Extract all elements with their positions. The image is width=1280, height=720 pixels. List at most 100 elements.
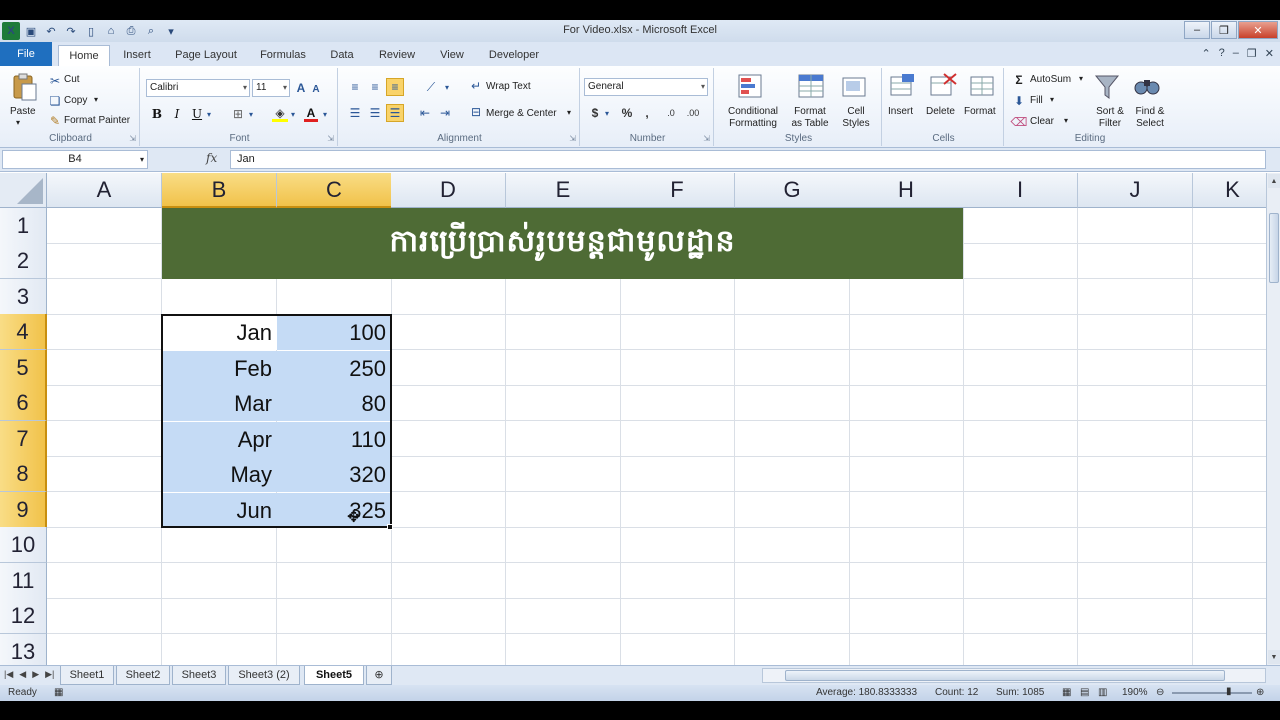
cell-styles-icon[interactable] — [840, 72, 870, 102]
merge-center-dropdown-icon[interactable]: ▾ — [567, 108, 571, 117]
copy-dropdown-icon[interactable]: ▾ — [94, 95, 98, 104]
format-as-table-icon[interactable] — [796, 72, 826, 102]
borders-icon[interactable]: ⊞ — [230, 106, 246, 122]
format-painter-icon[interactable]: ✎ — [48, 114, 62, 128]
align-bottom-icon[interactable]: ≡ — [386, 78, 404, 96]
zoom-out-icon[interactable]: ⊖ — [1156, 687, 1164, 698]
increase-indent-icon[interactable]: ⇥ — [436, 104, 454, 122]
shrink-font-icon[interactable]: A — [310, 82, 322, 96]
scroll-down-icon[interactable]: ▼ — [1268, 650, 1280, 664]
column-header-b[interactable]: B — [162, 173, 277, 208]
sort-filter-icon[interactable] — [1092, 72, 1122, 102]
row-header-7[interactable]: 7 — [0, 421, 47, 457]
orientation-dropdown-icon[interactable]: ▾ — [442, 78, 452, 96]
row-header-1[interactable]: 1 — [0, 208, 47, 244]
clear-button[interactable]: Clear — [1030, 116, 1054, 127]
sort-filter-button[interactable]: Sort & Filter — [1090, 106, 1130, 130]
cell-value[interactable]: 325 — [277, 493, 391, 528]
tab-file[interactable]: File — [0, 42, 52, 66]
autosum-dropdown-icon[interactable]: ▾ — [1079, 74, 1083, 83]
copy-icon[interactable]: ❏ — [48, 94, 62, 108]
cell-value[interactable]: 100 — [277, 315, 391, 350]
tab-formulas[interactable]: Formulas — [252, 45, 314, 66]
zoom-in-icon[interactable]: ⊕ — [1256, 687, 1264, 698]
decrease-decimal-icon[interactable]: .00 — [684, 105, 702, 121]
cell-value[interactable]: 320 — [277, 457, 391, 492]
column-header-d[interactable]: D — [391, 173, 506, 208]
row-header-5[interactable]: 5 — [0, 350, 47, 386]
formula-input[interactable]: Jan — [230, 150, 1266, 169]
increase-decimal-icon[interactable]: .0 — [662, 105, 680, 121]
align-center-icon[interactable]: ☰ — [366, 104, 384, 122]
doc-restore-icon[interactable]: ❐ — [1247, 47, 1257, 60]
autosum-button[interactable]: AutoSum — [1030, 74, 1071, 85]
grow-font-icon[interactable]: A — [294, 80, 308, 96]
fill-icon[interactable]: ⬇ — [1012, 93, 1026, 109]
row-header-10[interactable]: 10 — [0, 527, 47, 563]
paste-icon[interactable] — [10, 72, 40, 102]
column-header-f[interactable]: F — [620, 173, 735, 208]
delete-cells-icon[interactable] — [928, 72, 958, 102]
vertical-scrollbar[interactable]: ▲ ▼ — [1266, 173, 1280, 665]
fill-button[interactable]: Fill — [1030, 95, 1043, 106]
font-color-dropdown-icon[interactable]: ▾ — [320, 106, 330, 122]
column-header-c[interactable]: C — [277, 173, 392, 208]
cell-month[interactable]: Apr — [163, 422, 277, 457]
autosum-icon[interactable]: Σ — [1012, 72, 1026, 88]
cell-value[interactable]: 110 — [277, 422, 391, 457]
clear-dropdown-icon[interactable]: ▾ — [1064, 116, 1068, 125]
column-header-e[interactable]: E — [506, 173, 621, 208]
column-header-a[interactable]: A — [47, 173, 162, 208]
format-as-table-button[interactable]: Format as Table — [784, 106, 836, 130]
name-box[interactable]: B4 ▾ — [2, 150, 148, 169]
sheet-tab-sheet2[interactable]: Sheet2 — [116, 666, 170, 685]
row-header-3[interactable]: 3 — [0, 279, 47, 315]
font-name-dropdown[interactable]: Calibri ▾ — [146, 79, 250, 97]
name-box-dropdown-icon[interactable]: ▾ — [140, 151, 144, 168]
cell-month[interactable]: May — [163, 457, 277, 492]
tab-developer[interactable]: Developer — [482, 45, 546, 66]
row-header-8[interactable]: 8 — [0, 456, 47, 492]
row-header-2[interactable]: 2 — [0, 243, 47, 279]
normal-view-icon[interactable]: ▦ — [1062, 687, 1071, 698]
doc-minimize-icon[interactable]: – — [1233, 47, 1239, 60]
number-launcher-icon[interactable]: ⇲ — [703, 134, 710, 143]
copy-button[interactable]: Copy — [64, 95, 87, 106]
sheet-tab-sheet5[interactable]: Sheet5 — [304, 666, 364, 685]
borders-dropdown-icon[interactable]: ▾ — [246, 106, 256, 122]
fill-dropdown-icon[interactable]: ▾ — [1050, 95, 1054, 104]
page-layout-view-icon[interactable]: ▤ — [1080, 687, 1089, 698]
cell-value[interactable]: 80 — [277, 386, 391, 421]
sheet-tab-sheet3-2[interactable]: Sheet3 (2) — [228, 666, 300, 685]
scroll-up-icon[interactable]: ▲ — [1268, 174, 1280, 188]
number-format-dropdown[interactable]: General ▾ — [584, 78, 708, 96]
minimize-icon[interactable]: – — [1184, 21, 1210, 39]
clipboard-launcher-icon[interactable]: ⇲ — [129, 134, 136, 143]
insert-function-icon[interactable]: fx — [206, 151, 217, 165]
underline-icon[interactable]: U — [190, 106, 204, 122]
font-size-dropdown[interactable]: 11 ▾ — [252, 79, 290, 97]
wrap-text-icon[interactable]: ↵ — [468, 78, 484, 94]
format-cells-icon[interactable] — [968, 72, 998, 102]
merge-center-button[interactable]: Merge & Center — [486, 108, 557, 119]
insert-sheet-icon[interactable]: ⊕ — [366, 666, 392, 685]
fill-color-dropdown-icon[interactable]: ▾ — [288, 106, 298, 122]
row-header-12[interactable]: 12 — [0, 598, 47, 634]
sheet-tab-sheet3[interactable]: Sheet3 — [172, 666, 226, 685]
italic-icon[interactable]: I — [170, 106, 184, 122]
doc-close-icon[interactable]: ✕ — [1265, 47, 1274, 60]
close-icon[interactable]: ✕ — [1238, 21, 1278, 39]
clear-icon[interactable]: ⌫ — [1011, 114, 1028, 130]
column-header-i[interactable]: I — [963, 173, 1078, 208]
first-sheet-icon[interactable]: |◀ — [4, 669, 13, 680]
row-header-13[interactable]: 13 — [0, 634, 47, 665]
bold-icon[interactable]: B — [150, 106, 164, 122]
prev-sheet-icon[interactable]: ◀ — [19, 669, 26, 680]
paste-button[interactable]: Paste — [10, 106, 36, 117]
select-all-button[interactable] — [0, 173, 47, 208]
alignment-launcher-icon[interactable]: ⇲ — [569, 134, 576, 143]
tab-data[interactable]: Data — [322, 45, 362, 66]
tab-home[interactable]: Home — [58, 45, 110, 66]
conditional-formatting-icon[interactable] — [736, 72, 766, 102]
conditional-formatting-button[interactable]: Conditional Formatting — [722, 106, 784, 130]
